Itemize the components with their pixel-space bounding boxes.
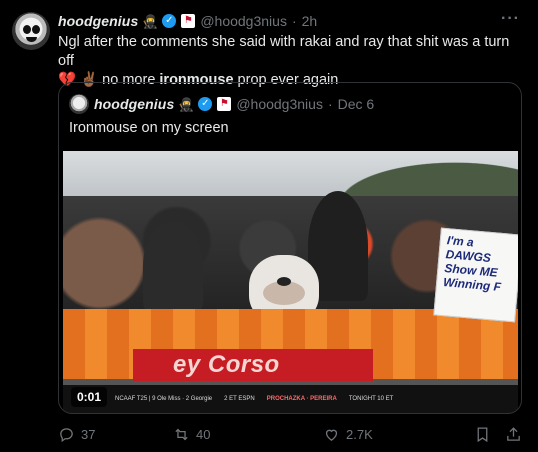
reply-count: 37 bbox=[81, 426, 96, 442]
author-name[interactable]: hoodgenius bbox=[58, 13, 138, 29]
avatar-eye bbox=[23, 25, 31, 34]
tweet-header: hoodgenius 🥷 ✓ ⚑ @hoodg3nius · 2h bbox=[58, 11, 317, 31]
quoted-author-handle: @hoodg3nius bbox=[236, 96, 323, 112]
avatar-mouth bbox=[26, 37, 37, 42]
avatar[interactable] bbox=[12, 12, 50, 50]
bookmark-icon bbox=[477, 426, 488, 442]
like-button[interactable]: 2.7K bbox=[323, 426, 473, 443]
verified-icon: ✓ bbox=[198, 97, 213, 111]
tweet: hoodgenius 🥷 ✓ ⚑ @hoodg3nius · 2h ··· Ng… bbox=[0, 0, 538, 452]
reply-icon bbox=[60, 427, 73, 442]
reply-button[interactable]: 37 bbox=[58, 426, 178, 443]
ninja-icon: 🥷 bbox=[178, 96, 195, 112]
action-bar: 37 40 2.7K bbox=[58, 424, 522, 444]
share-button[interactable] bbox=[505, 426, 522, 443]
like-count: 2.7K bbox=[346, 426, 373, 442]
video-player[interactable]: ey Corso I'm a DAWGS Show ME Winning F N… bbox=[63, 151, 518, 413]
bookmark-button[interactable] bbox=[474, 426, 491, 443]
video-ticker: NCAAF T25 | 9 Ole Miss · 2 Georgie 2 ET … bbox=[63, 385, 518, 413]
separator: · bbox=[291, 13, 297, 29]
quoted-avatar bbox=[69, 94, 89, 114]
ticker-segment: PROCHAZKA · PEREIRA bbox=[266, 396, 337, 402]
verified-icon[interactable]: ✓ bbox=[162, 14, 177, 28]
ninja-icon: 🥷 bbox=[142, 13, 159, 29]
quoted-author-name: hoodgenius bbox=[94, 96, 175, 112]
share-icon bbox=[507, 426, 520, 441]
right-actions bbox=[474, 426, 522, 443]
retweet-button[interactable]: 40 bbox=[173, 426, 323, 443]
flag-icon: ⚑ bbox=[181, 14, 196, 28]
ticker-segment: TONIGHT 10 ET bbox=[348, 396, 394, 402]
heart-icon bbox=[325, 429, 338, 441]
quoted-tweet-text: Ironmouse on my screen bbox=[69, 120, 229, 136]
avatar-eye bbox=[32, 25, 40, 34]
flag-icon: ⚑ bbox=[217, 97, 232, 111]
quoted-tweet[interactable]: hoodgenius 🥷 ✓ ⚑ @hoodg3nius · Dec 6 Iro… bbox=[58, 82, 522, 414]
ticker-segment: NCAAF T25 | 9 Ole Miss · 2 Georgie bbox=[115, 396, 213, 402]
author-handle[interactable]: @hoodg3nius bbox=[200, 13, 287, 29]
separator: · bbox=[327, 96, 333, 112]
more-options-icon[interactable]: ··· bbox=[501, 10, 520, 28]
tweet-text-line1: Ngl after the comments she said with rak… bbox=[58, 34, 510, 69]
video-sign: I'm a DAWGS Show ME Winning F bbox=[433, 227, 518, 323]
video-banner-text: ey Corso bbox=[173, 351, 280, 378]
video-person bbox=[143, 221, 203, 311]
video-timer: 0:01 bbox=[71, 387, 108, 407]
retweet-count: 40 bbox=[196, 426, 211, 442]
ticker-segment: 2 ET ESPN bbox=[224, 396, 255, 402]
quoted-timestamp: Dec 6 bbox=[337, 96, 375, 112]
timestamp[interactable]: 2h bbox=[302, 13, 318, 29]
quoted-tweet-header: hoodgenius 🥷 ✓ ⚑ @hoodg3nius · Dec 6 bbox=[69, 94, 374, 114]
retweet-icon bbox=[175, 428, 188, 440]
